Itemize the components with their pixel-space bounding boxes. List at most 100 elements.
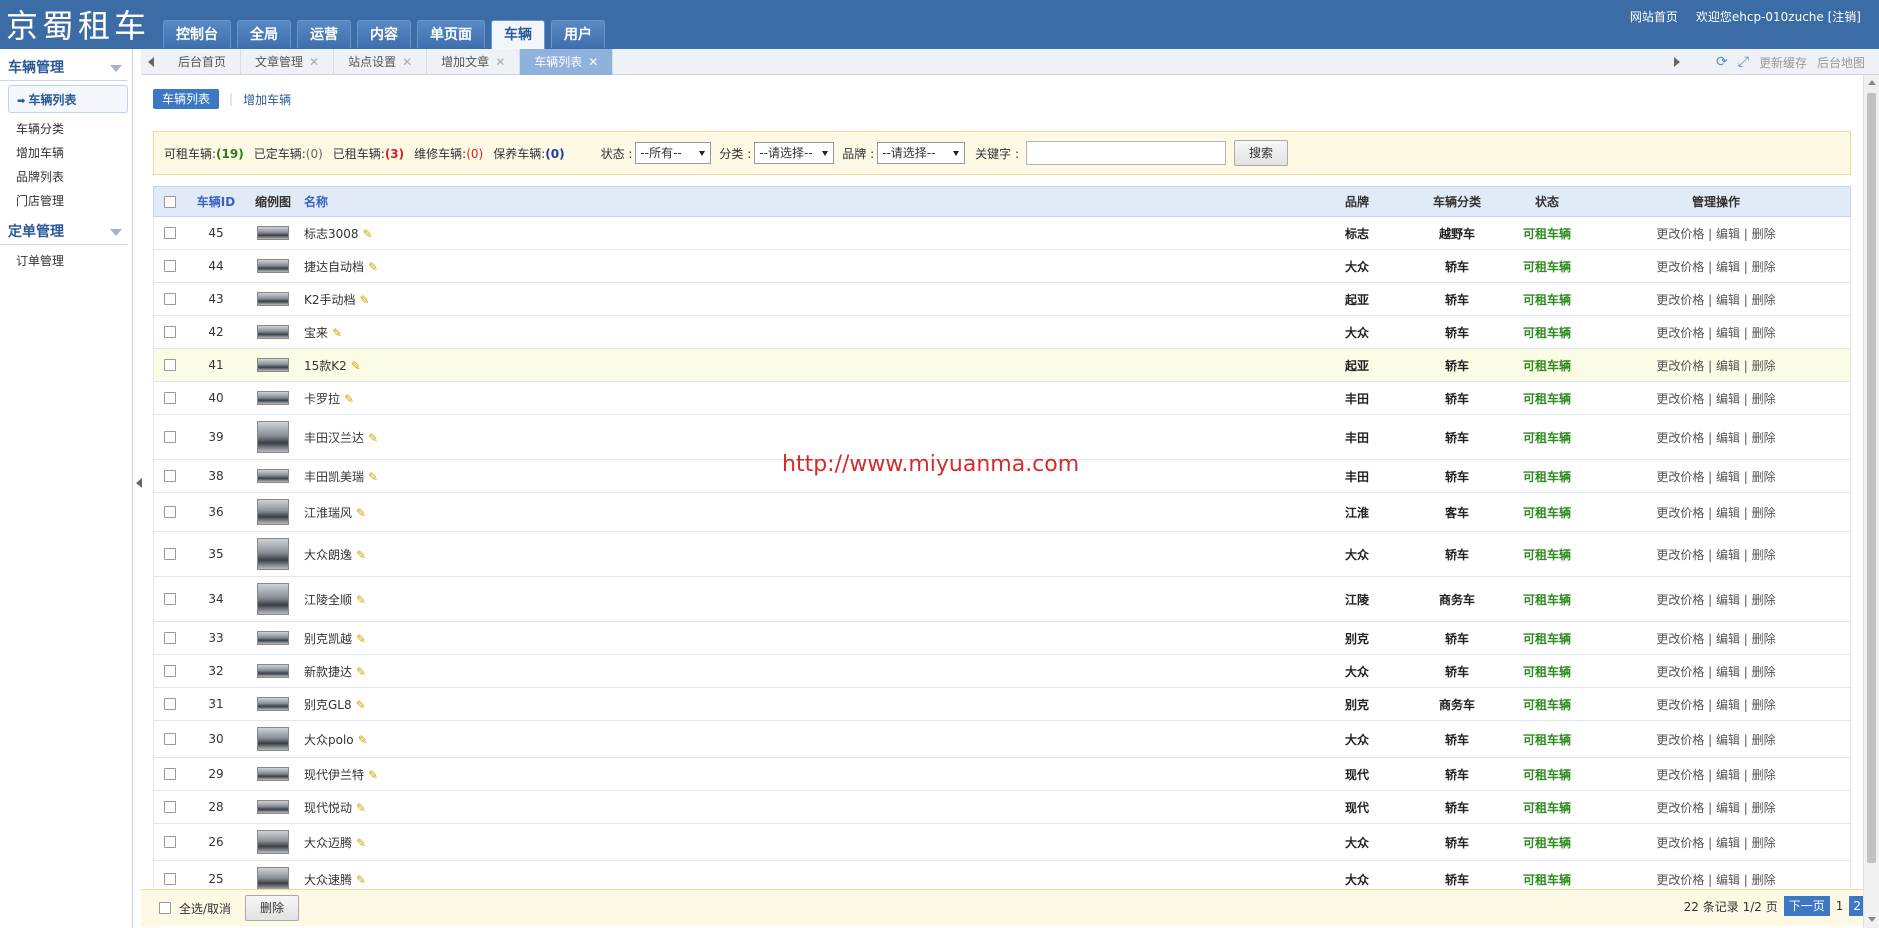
row-checkbox[interactable] — [164, 632, 176, 644]
close-icon[interactable]: ✕ — [495, 55, 505, 69]
vehicle-name[interactable]: 大众朗逸 — [304, 548, 352, 562]
table-row[interactable]: 45 标志3008 ✎ 标志 越野车 可租车辆 更改价格 | 编辑 | 删除 — [153, 217, 1851, 250]
vehicle-name[interactable]: 卡罗拉 — [304, 392, 340, 406]
sidebar-item-add-vehicle[interactable]: 增加车辆 — [0, 141, 132, 165]
vehicle-thumbnail[interactable] — [257, 538, 289, 570]
pencil-icon[interactable]: ✎ — [356, 873, 366, 887]
header-id[interactable]: 车辆ID — [186, 193, 246, 210]
vehicle-name[interactable]: 大众速腾 — [304, 873, 352, 887]
row-actions[interactable]: 更改价格 | 编辑 | 删除 — [1582, 468, 1850, 485]
row-checkbox[interactable] — [164, 548, 176, 560]
nav-tab-global[interactable]: 全局 — [237, 20, 291, 48]
vehicle-name[interactable]: 江淮瑞风 — [304, 506, 352, 520]
vehicle-thumbnail[interactable] — [257, 226, 289, 240]
table-row[interactable]: 29 现代伊兰特 ✎ 现代 轿车 可租车辆 更改价格 | 编辑 | 删除 — [153, 758, 1851, 791]
vehicle-name[interactable]: 大众polo — [304, 733, 354, 747]
vehicle-name[interactable]: 新款捷达 — [304, 665, 352, 679]
table-row[interactable]: 26 大众迈腾 ✎ 大众 轿车 可租车辆 更改价格 | 编辑 | 删除 — [153, 824, 1851, 861]
pencil-icon[interactable]: ✎ — [356, 632, 366, 646]
row-actions[interactable]: 更改价格 | 编辑 | 删除 — [1582, 663, 1850, 680]
vehicle-thumbnail[interactable] — [257, 830, 289, 854]
vehicle-name[interactable]: 现代伊兰特 — [304, 768, 364, 782]
tab-add-article[interactable]: 增加文章 ✕ — [427, 49, 521, 75]
nav-tab-single-page[interactable]: 单页面 — [417, 20, 485, 48]
tab-vehicle-list[interactable]: 车辆列表 ✕ — [520, 49, 614, 75]
tab-article-management[interactable]: 文章管理 ✕ — [241, 49, 335, 75]
stat-available[interactable]: 可租车辆:(19) — [164, 145, 244, 162]
footer-select-all-checkbox[interactable] — [159, 902, 171, 914]
vehicle-thumbnail[interactable] — [257, 421, 289, 453]
stat-reserved[interactable]: 已定车辆:(0) — [254, 145, 323, 162]
table-row[interactable]: 40 卡罗拉 ✎ 丰田 轿车 可租车辆 更改价格 | 编辑 | 删除 — [153, 382, 1851, 415]
row-actions[interactable]: 更改价格 | 编辑 | 删除 — [1582, 766, 1850, 783]
pencil-icon[interactable]: ✎ — [368, 768, 378, 782]
nav-tab-content[interactable]: 内容 — [357, 20, 411, 48]
pencil-icon[interactable]: ✎ — [356, 665, 366, 679]
row-actions[interactable]: 更改价格 | 编辑 | 删除 — [1582, 225, 1850, 242]
vehicle-thumbnail[interactable] — [257, 727, 289, 751]
pencil-icon[interactable]: ✎ — [332, 326, 342, 340]
row-actions[interactable]: 更改价格 | 编辑 | 删除 — [1582, 291, 1850, 308]
select-all-label[interactable]: 全选/取消 — [179, 900, 231, 917]
scroll-up-icon[interactable] — [1868, 80, 1876, 85]
search-button[interactable]: 搜索 — [1234, 140, 1289, 166]
row-actions[interactable]: 更改价格 | 编辑 | 删除 — [1582, 258, 1850, 275]
sidebar-item-vehicle-list[interactable]: ➡ 车辆列表 — [8, 85, 128, 113]
vehicle-thumbnail[interactable] — [257, 631, 289, 645]
vehicle-name[interactable]: 宝来 — [304, 326, 328, 340]
vehicle-name[interactable]: 丰田凯美瑞 — [304, 470, 364, 484]
sidebar-item-brand-list[interactable]: 品牌列表 — [0, 165, 132, 189]
table-row[interactable]: 34 江陵全顺 ✎ 江陵 商务车 可租车辆 更改价格 | 编辑 | 删除 — [153, 577, 1851, 622]
row-checkbox[interactable] — [164, 733, 176, 745]
sidebar-item-store-management[interactable]: 门店管理 — [0, 189, 132, 213]
close-icon[interactable]: ✕ — [588, 55, 598, 69]
pencil-icon[interactable]: ✎ — [356, 593, 366, 607]
vehicle-thumbnail[interactable] — [257, 499, 289, 525]
sidebar-group-vehicles[interactable]: 车辆管理 — [0, 55, 128, 81]
tabs-next-icon[interactable] — [1674, 57, 1680, 67]
refresh-icon[interactable]: ⟳ — [1716, 54, 1728, 70]
row-checkbox[interactable] — [164, 431, 176, 443]
pencil-icon[interactable]: ✎ — [344, 392, 354, 406]
nav-tab-operations[interactable]: 运营 — [297, 20, 351, 48]
header-name[interactable]: 名称 — [300, 193, 1312, 210]
row-actions[interactable]: 更改价格 | 编辑 | 删除 — [1582, 630, 1850, 647]
vehicle-name[interactable]: 15款K2 — [304, 359, 347, 373]
vehicle-name[interactable]: 丰田汉兰达 — [304, 431, 364, 445]
sidebar-group-orders[interactable]: 定单管理 — [0, 219, 128, 245]
vehicle-thumbnail[interactable] — [257, 583, 289, 615]
category-select[interactable]: --请选择-- — [754, 142, 835, 164]
table-row[interactable]: 36 江淮瑞风 ✎ 江淮 客车 可租车辆 更改价格 | 编辑 | 删除 — [153, 493, 1851, 532]
select-all-checkbox[interactable] — [164, 195, 176, 208]
subtab-add-vehicle[interactable]: 增加车辆 — [243, 91, 291, 108]
table-row[interactable]: 44 捷达自动档 ✎ 大众 轿车 可租车辆 更改价格 | 编辑 | 删除 — [153, 250, 1851, 283]
table-row[interactable]: 28 现代悦动 ✎ 现代 轿车 可租车辆 更改价格 | 编辑 | 删除 — [153, 791, 1851, 824]
vehicle-name[interactable]: 现代悦动 — [304, 801, 352, 815]
pencil-icon[interactable]: ✎ — [368, 260, 378, 274]
row-actions[interactable]: 更改价格 | 编辑 | 删除 — [1582, 324, 1850, 341]
pencil-icon[interactable]: ✎ — [360, 293, 370, 307]
pencil-icon[interactable]: ✎ — [356, 836, 366, 850]
vehicle-name[interactable]: 江陵全顺 — [304, 593, 352, 607]
row-checkbox[interactable] — [164, 260, 176, 272]
page-1-link[interactable]: 1 — [1836, 899, 1844, 913]
pencil-icon[interactable]: ✎ — [351, 359, 361, 373]
vehicle-thumbnail[interactable] — [257, 391, 289, 405]
pencil-icon[interactable]: ✎ — [363, 227, 373, 241]
pencil-icon[interactable]: ✎ — [368, 470, 378, 484]
pencil-icon[interactable]: ✎ — [356, 548, 366, 562]
vehicle-thumbnail[interactable] — [257, 325, 289, 339]
vehicle-name[interactable]: 捷达自动档 — [304, 260, 364, 274]
row-actions[interactable]: 更改价格 | 编辑 | 删除 — [1582, 429, 1850, 446]
row-checkbox[interactable] — [164, 506, 176, 518]
close-icon[interactable]: ✕ — [309, 55, 319, 69]
nav-tab-vehicles[interactable]: 车辆 — [491, 20, 545, 49]
row-checkbox[interactable] — [164, 359, 176, 371]
sidebar-item-order-management[interactable]: 订单管理 — [0, 249, 132, 273]
vehicle-thumbnail[interactable] — [257, 664, 289, 678]
subtab-vehicle-list[interactable]: 车辆列表 — [153, 89, 220, 109]
refresh-cache-link[interactable]: 更新缓存 — [1759, 54, 1807, 71]
row-checkbox[interactable] — [164, 801, 176, 813]
vehicle-name[interactable]: K2手动档 — [304, 293, 356, 307]
vehicle-thumbnail[interactable] — [257, 800, 289, 814]
